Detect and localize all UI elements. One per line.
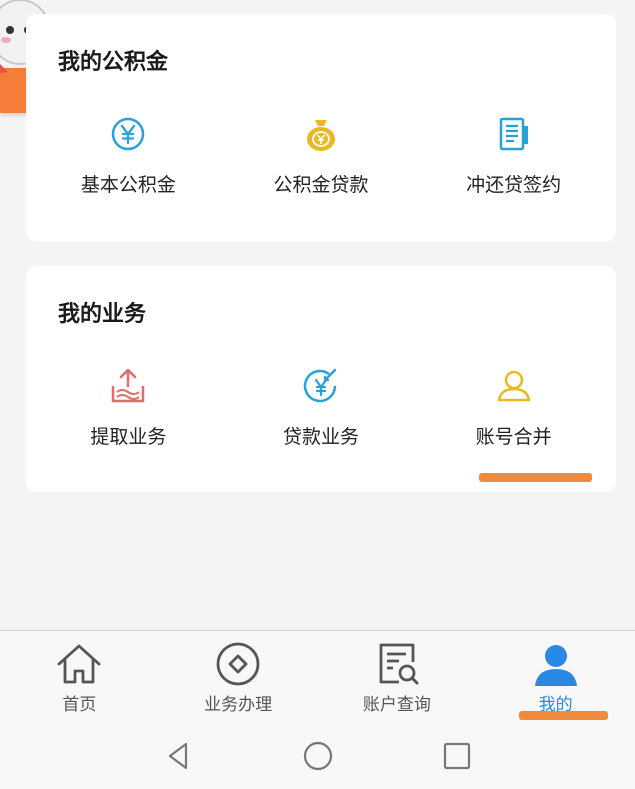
account-merge-label: 账号合并 <box>475 426 552 448</box>
upload-tray-icon <box>112 368 145 403</box>
mine-tab-highlight <box>519 711 608 720</box>
fund-loan-label: 公积金贷款 <box>273 174 369 196</box>
withdrawal-label: 提取业务 <box>90 426 167 448</box>
user-outline-icon <box>497 370 530 402</box>
person-icon <box>534 645 577 686</box>
back-triangle-icon[interactable] <box>162 739 196 773</box>
yuan-circle-icon <box>112 117 145 151</box>
tab-business-label: 业务办理 <box>204 695 273 715</box>
tab-account-query[interactable]: 账户查询 <box>318 631 477 723</box>
home-circle-icon[interactable] <box>301 739 335 773</box>
tab-mine[interactable]: 我的 <box>476 631 635 723</box>
repayment-sign-button[interactable]: 冲还贷签约 <box>424 114 604 197</box>
withdrawal-button[interactable]: 提取业务 <box>38 366 218 449</box>
business-grid: 提取业务 贷款业务 账号合并 <box>26 366 616 449</box>
fund-section-title: 我的公积金 <box>58 50 169 75</box>
account-merge-button[interactable]: 账号合并 <box>424 366 604 449</box>
fund-card: 我的公积金 基本公积金 公积金贷款 冲还贷签约 <box>26 14 616 241</box>
fund-loan-button[interactable]: 公积金贷款 <box>231 114 411 197</box>
yuan-return-icon <box>303 368 337 403</box>
doc-search-icon <box>379 643 419 685</box>
tab-home-label: 首页 <box>62 695 97 715</box>
bottom-tab-bar: 首页 业务办理 账户查询 我的 <box>0 630 635 723</box>
fund-grid: 基本公积金 公积金贷款 冲还贷签约 <box>26 114 616 197</box>
basic-fund-button[interactable]: 基本公积金 <box>38 114 218 197</box>
system-nav-bar <box>0 723 635 789</box>
business-section-title: 我的业务 <box>58 302 147 327</box>
tab-home[interactable]: 首页 <box>0 631 159 723</box>
money-bag-icon <box>306 120 335 151</box>
diamond-circle-icon <box>216 642 260 686</box>
tab-account-query-label: 账户查询 <box>362 695 431 715</box>
repayment-sign-label: 冲还贷签约 <box>466 174 562 196</box>
loan-business-label: 贷款业务 <box>282 426 359 448</box>
document-icon <box>499 117 528 151</box>
business-card: 我的业务 提取业务 贷款业务 账号合并 <box>26 266 616 492</box>
account-merge-highlight <box>479 473 592 482</box>
basic-fund-label: 基本公积金 <box>80 174 176 196</box>
recents-square-icon[interactable] <box>440 739 474 773</box>
home-icon <box>57 644 101 684</box>
tab-business[interactable]: 业务办理 <box>159 631 318 723</box>
loan-business-button[interactable]: 贷款业务 <box>231 366 411 449</box>
